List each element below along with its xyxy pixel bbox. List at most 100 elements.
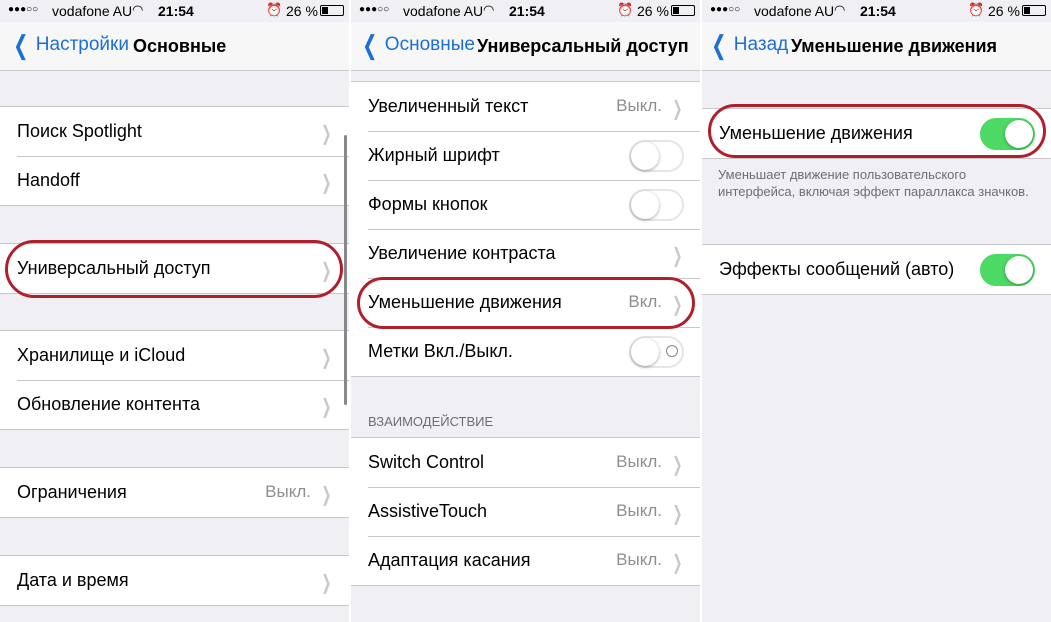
message-effects-switch[interactable] bbox=[980, 254, 1035, 286]
battery-icon bbox=[320, 5, 344, 16]
settings-group: Ограничения Выкл. ❯ bbox=[0, 467, 349, 518]
row-assistivetouch[interactable]: AssistiveTouch Выкл. ❯ bbox=[351, 487, 700, 536]
row-storage-icloud[interactable]: Хранилище и iCloud ❯ bbox=[0, 331, 349, 380]
page-title: Основные bbox=[133, 36, 227, 56]
chevron-right-icon: ❯ bbox=[672, 552, 683, 574]
bold-text-switch[interactable] bbox=[629, 140, 684, 172]
chevron-right-icon: ❯ bbox=[321, 347, 332, 369]
row-value: Выкл. bbox=[265, 482, 311, 501]
battery-icon bbox=[1022, 5, 1046, 16]
signal-dots-icon: ●●●○○ bbox=[8, 4, 39, 15]
navigation-bar: ❮ Назад Уменьшение движения bbox=[702, 22, 1051, 71]
row-background-refresh[interactable]: Обновление контента ❯ bbox=[0, 380, 349, 429]
screen-general: ●●●○○ vodafone AU ◠ 21:54 ⏰ 26 % ❮ Настр… bbox=[0, 0, 349, 622]
row-increase-contrast[interactable]: Увеличение контраста ❯ bbox=[351, 229, 700, 278]
page-title: Универсальный доступ bbox=[477, 36, 689, 56]
row-label: Поиск Spotlight bbox=[17, 121, 142, 141]
row-label: Формы кнопок bbox=[368, 194, 488, 214]
row-label: Метки Вкл./Выкл. bbox=[368, 341, 513, 361]
clock-time: 21:54 bbox=[860, 3, 896, 19]
wifi-icon: ◠ bbox=[132, 2, 144, 17]
row-date-time[interactable]: Дата и время ❯ bbox=[0, 556, 349, 605]
row-label: Handoff bbox=[17, 170, 80, 190]
settings-group: Switch Control Выкл. ❯ AssistiveTouch Вы… bbox=[351, 437, 700, 586]
alarm-icon: ⏰ bbox=[266, 2, 283, 17]
carrier-label: vodafone AU bbox=[52, 3, 133, 19]
row-label: Адаптация касания bbox=[368, 550, 531, 570]
carrier-label: vodafone AU bbox=[403, 3, 484, 19]
chevron-right-icon: ❯ bbox=[672, 245, 683, 267]
highlight-circle bbox=[708, 104, 1046, 158]
screen-accessibility: ●●●○○ vodafone AU ◠ 21:54 ⏰ 26 % ❮ Основ… bbox=[351, 0, 700, 622]
chevron-left-icon: ❮ bbox=[711, 30, 727, 60]
row-value: Выкл. bbox=[616, 501, 662, 520]
row-value: Выкл. bbox=[616, 96, 662, 115]
chevron-right-icon: ❯ bbox=[321, 572, 332, 594]
chevron-right-icon: ❯ bbox=[321, 172, 332, 194]
chevron-right-icon: ❯ bbox=[672, 503, 683, 525]
footer-description: Уменьшает движение пользовательского инт… bbox=[718, 167, 1029, 199]
wifi-icon: ◠ bbox=[483, 2, 495, 17]
page-title: Уменьшение движения bbox=[791, 36, 998, 56]
switch-knob bbox=[1005, 256, 1033, 284]
back-button-label: Назад bbox=[733, 34, 789, 55]
back-button-label: Настройки bbox=[35, 34, 129, 55]
navigation-bar: ❮ Настройки Основные bbox=[0, 22, 349, 71]
row-touch-accommodations[interactable]: Адаптация касания Выкл. ❯ bbox=[351, 536, 700, 585]
status-bar: ●●●○○ vodafone AU ◠ 21:54 ⏰ 26 % bbox=[351, 0, 700, 22]
row-handoff[interactable]: Handoff ❯ bbox=[0, 156, 349, 205]
row-label: Switch Control bbox=[368, 452, 485, 472]
row-value: Выкл. bbox=[616, 550, 662, 569]
signal-dots-icon: ●●●○○ bbox=[710, 4, 741, 15]
chevron-right-icon: ❯ bbox=[321, 484, 332, 506]
chevron-left-icon: ❮ bbox=[13, 30, 29, 60]
row-label: Дата и время bbox=[17, 570, 129, 590]
section-header: ВЗАИМОДЕЙСТВИЕ bbox=[368, 414, 494, 429]
settings-group: Увеличенный текст Выкл. ❯ Жирный шрифт Ф… bbox=[351, 81, 700, 377]
row-value: Выкл. bbox=[616, 452, 662, 471]
chevron-right-icon: ❯ bbox=[321, 123, 332, 145]
row-spotlight-search[interactable]: Поиск Spotlight ❯ bbox=[0, 107, 349, 156]
row-label: Увеличение контраста bbox=[368, 243, 556, 263]
battery-percent: 26 % bbox=[988, 3, 1020, 19]
row-switch-control[interactable]: Switch Control Выкл. ❯ bbox=[351, 438, 700, 487]
highlight-circle bbox=[5, 240, 343, 298]
back-button[interactable]: ❮ Назад bbox=[708, 30, 789, 60]
battery-percent: 26 % bbox=[637, 3, 669, 19]
off-label-icon bbox=[666, 345, 678, 357]
screen-reduce-motion: ●●●○○ vodafone AU ◠ 21:54 ⏰ 26 % ❮ Назад… bbox=[702, 0, 1051, 622]
row-bold-text: Жирный шрифт bbox=[351, 131, 700, 180]
navigation-bar: ❮ Основные Универсальный доступ bbox=[351, 22, 700, 71]
on-off-labels-switch[interactable] bbox=[629, 336, 684, 368]
clock-time: 21:54 bbox=[158, 3, 194, 19]
switch-knob bbox=[631, 142, 659, 170]
settings-group: Дата и время ❯ bbox=[0, 555, 349, 606]
chevron-right-icon: ❯ bbox=[321, 396, 332, 418]
alarm-icon: ⏰ bbox=[617, 2, 634, 17]
row-restrictions[interactable]: Ограничения Выкл. ❯ bbox=[0, 468, 349, 517]
switch-knob bbox=[631, 338, 659, 366]
battery-percent: 26 % bbox=[286, 3, 318, 19]
clock-time: 21:54 bbox=[509, 3, 545, 19]
back-button[interactable]: ❮ Основные bbox=[359, 30, 475, 60]
signal-dots-icon: ●●●○○ bbox=[359, 4, 390, 15]
scroll-indicator[interactable] bbox=[344, 135, 347, 405]
back-button[interactable]: ❮ Настройки bbox=[10, 30, 129, 60]
chevron-right-icon: ❯ bbox=[672, 98, 683, 120]
back-button-label: Основные bbox=[384, 34, 475, 55]
highlight-circle bbox=[357, 277, 695, 329]
settings-group: Хранилище и iCloud ❯ Обновление контента… bbox=[0, 330, 349, 430]
wifi-icon: ◠ bbox=[834, 2, 846, 17]
row-label: Ограничения bbox=[17, 482, 127, 502]
row-button-shapes: Формы кнопок bbox=[351, 180, 700, 229]
row-on-off-labels: Метки Вкл./Выкл. bbox=[351, 327, 700, 376]
row-label: Жирный шрифт bbox=[368, 145, 500, 165]
row-larger-text[interactable]: Увеличенный текст Выкл. ❯ bbox=[351, 82, 700, 131]
chevron-left-icon: ❮ bbox=[362, 30, 378, 60]
chevron-right-icon: ❯ bbox=[672, 454, 683, 476]
settings-group: Эффекты сообщений (авто) bbox=[702, 244, 1051, 295]
alarm-icon: ⏰ bbox=[968, 2, 985, 17]
switch-knob bbox=[631, 191, 659, 219]
row-label: AssistiveTouch bbox=[368, 501, 488, 521]
button-shapes-switch[interactable] bbox=[629, 189, 684, 221]
